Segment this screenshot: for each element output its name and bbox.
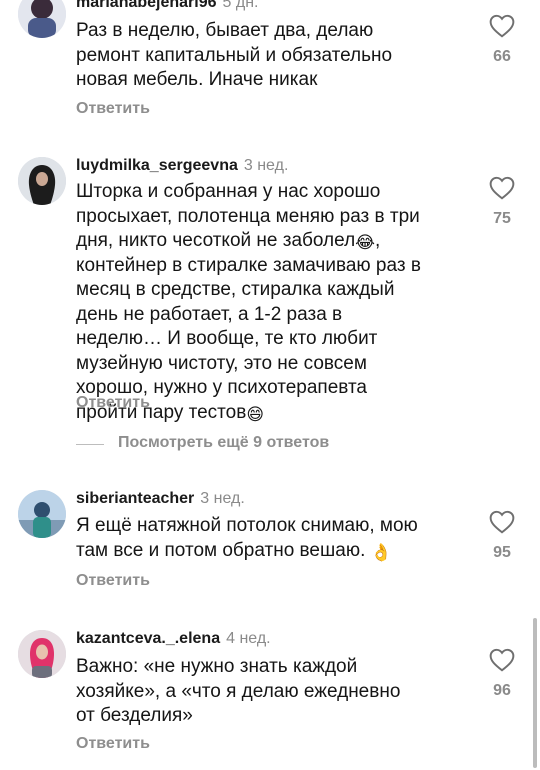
timestamp: 3 нед. bbox=[243, 157, 289, 174]
avatar[interactable] bbox=[18, 630, 66, 678]
scrollbar[interactable] bbox=[533, 618, 537, 768]
heart-outline-icon bbox=[489, 14, 515, 38]
comment-meta: kazantceva._.elena 4 нед. bbox=[76, 630, 271, 648]
reply-button[interactable]: Ответить bbox=[76, 572, 150, 590]
like-count: 96 bbox=[493, 682, 511, 699]
username[interactable]: marianabejenari96 bbox=[76, 0, 217, 11]
avatar[interactable] bbox=[18, 490, 66, 538]
comment-text: Важно: «не нужно знать каждой хозяйке», … bbox=[76, 656, 401, 726]
timestamp: 3 нед. bbox=[200, 490, 245, 507]
laughing-tears-emoji: 😂 bbox=[355, 233, 376, 252]
comment-text: Раз в неделю, бывает два, делаю ремонт к… bbox=[76, 20, 393, 90]
username[interactable]: kazantceva._.elena bbox=[76, 630, 220, 647]
like-count: 66 bbox=[493, 48, 511, 65]
comment-meta: siberianteacher 3 нед. bbox=[76, 490, 245, 508]
comment-text-part: Я ещё натяжной потолок снимаю, мою там в… bbox=[76, 515, 418, 561]
like-count: 95 bbox=[493, 544, 511, 561]
heart-outline-icon bbox=[489, 648, 515, 672]
reply-button[interactable]: Ответить bbox=[76, 735, 150, 753]
comment-meta: marianabejenari96 5 дн. bbox=[76, 0, 259, 12]
reply-button[interactable]: Ответить bbox=[76, 100, 150, 118]
username[interactable]: luydmilka_sergeevna bbox=[76, 157, 238, 174]
avatar[interactable] bbox=[18, 157, 66, 205]
ok-hand-emoji: 👌 bbox=[370, 542, 392, 562]
heart-outline-icon bbox=[489, 176, 515, 200]
username[interactable]: siberianteacher bbox=[76, 490, 194, 507]
comment-text: Я ещё натяжной потолок снимаю, мою там в… bbox=[76, 514, 421, 563]
like-button[interactable]: 66 bbox=[487, 14, 517, 66]
like-button[interactable]: 96 bbox=[487, 648, 517, 700]
comment-text: Шторка и собранная у нас хорошо просыхае… bbox=[76, 180, 421, 425]
view-more-replies[interactable]: Посмотреть ещё 9 ответов bbox=[118, 434, 329, 452]
divider-line bbox=[76, 444, 104, 445]
avatar[interactable] bbox=[18, 0, 66, 38]
reply-button[interactable]: Ответить bbox=[76, 394, 150, 412]
timestamp: 4 нед. bbox=[226, 630, 271, 647]
like-button[interactable]: 75 bbox=[487, 176, 517, 228]
timestamp: 5 дн. bbox=[222, 0, 259, 11]
like-button[interactable]: 95 bbox=[487, 510, 517, 562]
heart-outline-icon bbox=[489, 510, 515, 534]
comment-meta: luydmilka_sergeevna 3 нед. bbox=[76, 157, 288, 175]
like-count: 75 bbox=[493, 210, 511, 227]
grinning-emoji: 😄 bbox=[246, 404, 265, 424]
